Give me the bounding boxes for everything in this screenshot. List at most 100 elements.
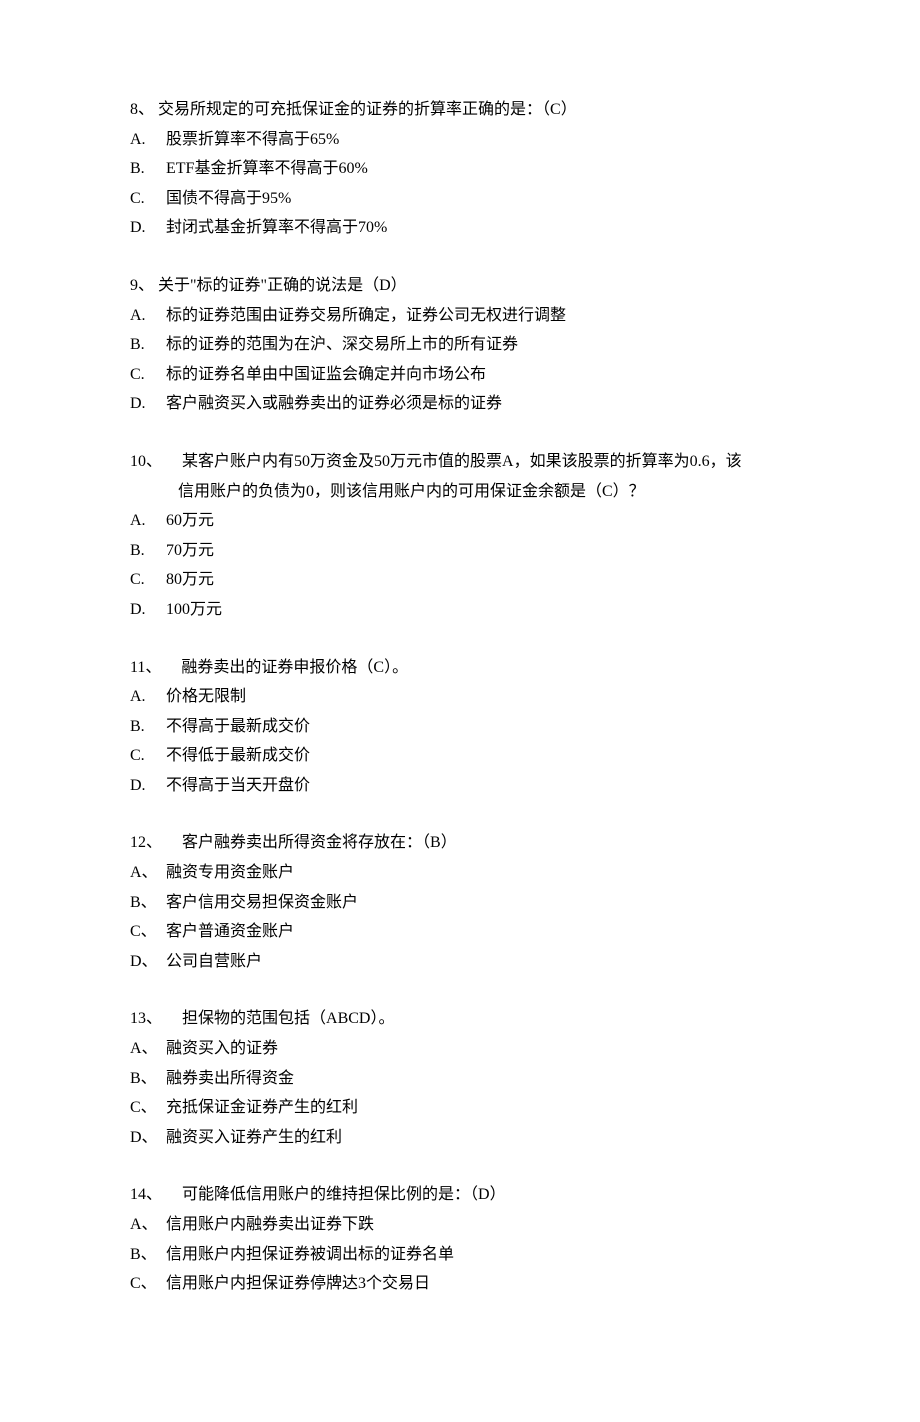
option-d: D.客户融资买入或融券卖出的证券必须是标的证券: [130, 389, 795, 419]
option-a: A.标的证券范围由证券交易所确定，证券公司无权进行调整: [130, 301, 795, 331]
option-a: A、融资买入的证券: [130, 1034, 795, 1064]
question-10: 10、 某客户账户内有50万资金及50万元市值的股票A，如果该股票的折算率为0.…: [130, 447, 795, 625]
option-letter: A.: [130, 682, 166, 712]
option-c: C、信用账户内担保证券停牌达3个交易日: [130, 1269, 795, 1299]
option-letter: B.: [130, 712, 166, 742]
question-number: 13、: [130, 1010, 162, 1027]
question-text: 可能降低信用账户的维持担保比例的是：（D）: [182, 1186, 506, 1203]
question-12: 12、 客户融券卖出所得资金将存放在：（B） A、融资专用资金账户 B、客户信用…: [130, 828, 795, 976]
option-letter: D.: [130, 213, 166, 243]
option-letter: B、: [130, 1240, 166, 1270]
option-text: 融资买入证券产生的红利: [166, 1129, 342, 1146]
question-stem: 8、 交易所规定的可充抵保证金的证券的折算率正确的是：（C）: [130, 95, 795, 125]
option-d: D、公司自营账户: [130, 947, 795, 977]
option-d: D.不得高于当天开盘价: [130, 771, 795, 801]
option-text: 股票折算率不得高于65%: [166, 131, 339, 148]
question-9: 9、 关于"标的证券"正确的说法是（D） A.标的证券范围由证券交易所确定，证券…: [130, 271, 795, 419]
question-stem: 11、 融券卖出的证券申报价格（C）。: [130, 653, 795, 683]
option-text: 国债不得高于95%: [166, 190, 291, 207]
option-text: 标的证券名单由中国证监会确定并向市场公布: [166, 366, 486, 383]
option-letter: C.: [130, 184, 166, 214]
option-c: C.标的证券名单由中国证监会确定并向市场公布: [130, 360, 795, 390]
option-text: 70万元: [166, 542, 214, 559]
question-stem: 13、 担保物的范围包括（ABCD）。: [130, 1004, 795, 1034]
option-c: C.80万元: [130, 565, 795, 595]
option-a: A.价格无限制: [130, 682, 795, 712]
option-letter: B、: [130, 1064, 166, 1094]
option-letter: D.: [130, 389, 166, 419]
option-a: A.60万元: [130, 506, 795, 536]
question-stem: 12、 客户融券卖出所得资金将存放在：（B）: [130, 828, 795, 858]
question-text: 融券卖出的证券申报价格（C）。: [181, 659, 408, 676]
option-letter: D.: [130, 771, 166, 801]
question-continuation: 信用账户的负债为0，则该信用账户内的可用保证金余额是（C）？: [130, 477, 795, 507]
option-text: 客户信用交易担保资金账户: [166, 894, 358, 911]
option-text: 不得高于最新成交价: [166, 718, 310, 735]
option-letter: A、: [130, 1210, 166, 1240]
option-text: 60万元: [166, 512, 214, 529]
option-letter: B、: [130, 888, 166, 918]
question-8: 8、 交易所规定的可充抵保证金的证券的折算率正确的是：（C） A.股票折算率不得…: [130, 95, 795, 243]
option-text: 公司自营账户: [166, 953, 262, 970]
option-d: D.封闭式基金折算率不得高于70%: [130, 213, 795, 243]
question-13: 13、 担保物的范围包括（ABCD）。 A、融资买入的证券 B、融券卖出所得资金…: [130, 1004, 795, 1152]
question-number: 14、: [130, 1186, 162, 1203]
option-letter: D、: [130, 947, 166, 977]
option-text: 价格无限制: [166, 688, 246, 705]
option-letter: A、: [130, 858, 166, 888]
option-letter: B.: [130, 154, 166, 184]
question-number: 9、: [130, 277, 154, 294]
question-text: 交易所规定的可充抵保证金的证券的折算率正确的是：（C）: [158, 101, 577, 118]
option-text: 客户普通资金账户: [166, 923, 294, 940]
option-letter: C、: [130, 1093, 166, 1123]
option-b: B.不得高于最新成交价: [130, 712, 795, 742]
option-text: 信用账户内融券卖出证券下跌: [166, 1216, 374, 1233]
option-b: B、客户信用交易担保资金账户: [130, 888, 795, 918]
option-text: 100万元: [166, 601, 222, 618]
option-letter: D.: [130, 595, 166, 625]
question-text: 关于"标的证券"正确的说法是（D）: [158, 277, 407, 294]
option-b: B.ETF基金折算率不得高于60%: [130, 154, 795, 184]
option-d: D、融资买入证券产生的红利: [130, 1123, 795, 1153]
option-text: 不得高于当天开盘价: [166, 777, 310, 794]
option-letter: C.: [130, 360, 166, 390]
question-number: 12、: [130, 834, 162, 851]
option-letter: A.: [130, 125, 166, 155]
question-stem: 10、 某客户账户内有50万资金及50万元市值的股票A，如果该股票的折算率为0.…: [130, 447, 795, 477]
option-letter: A.: [130, 506, 166, 536]
option-text: 融券卖出所得资金: [166, 1070, 294, 1087]
option-b: B.标的证券的范围为在沪、深交易所上市的所有证券: [130, 330, 795, 360]
question-number: 10、: [130, 453, 162, 470]
option-letter: A.: [130, 301, 166, 331]
option-text: 信用账户内担保证券被调出标的证券名单: [166, 1246, 454, 1263]
option-c: C、客户普通资金账户: [130, 917, 795, 947]
option-a: A.股票折算率不得高于65%: [130, 125, 795, 155]
option-a: A、融资专用资金账户: [130, 858, 795, 888]
option-letter: B.: [130, 330, 166, 360]
option-text: 信用账户内担保证券停牌达3个交易日: [166, 1275, 430, 1292]
question-text: 某客户账户内有50万资金及50万元市值的股票A，如果该股票的折算率为0.6，该: [182, 453, 742, 470]
question-text: 客户融券卖出所得资金将存放在：（B）: [182, 834, 457, 851]
question-stem: 14、 可能降低信用账户的维持担保比例的是：（D）: [130, 1180, 795, 1210]
question-number: 11、: [130, 659, 161, 676]
question-stem: 9、 关于"标的证券"正确的说法是（D）: [130, 271, 795, 301]
option-d: D.100万元: [130, 595, 795, 625]
option-b: B、融券卖出所得资金: [130, 1064, 795, 1094]
option-letter: D、: [130, 1123, 166, 1153]
option-b: B、信用账户内担保证券被调出标的证券名单: [130, 1240, 795, 1270]
option-letter: C.: [130, 741, 166, 771]
option-text: 标的证券的范围为在沪、深交易所上市的所有证券: [166, 336, 518, 353]
option-letter: B.: [130, 536, 166, 566]
question-14: 14、 可能降低信用账户的维持担保比例的是：（D） A、信用账户内融券卖出证券下…: [130, 1180, 795, 1298]
option-c: C.不得低于最新成交价: [130, 741, 795, 771]
option-c: C.国债不得高于95%: [130, 184, 795, 214]
option-letter: C、: [130, 1269, 166, 1299]
option-a: A、信用账户内融券卖出证券下跌: [130, 1210, 795, 1240]
option-text: 融资买入的证券: [166, 1040, 278, 1057]
option-text: 客户融资买入或融券卖出的证券必须是标的证券: [166, 395, 502, 412]
option-b: B.70万元: [130, 536, 795, 566]
question-11: 11、 融券卖出的证券申报价格（C）。 A.价格无限制 B.不得高于最新成交价 …: [130, 653, 795, 801]
question-text: 担保物的范围包括（ABCD）。: [182, 1010, 394, 1027]
option-text: 标的证券范围由证券交易所确定，证券公司无权进行调整: [166, 307, 566, 324]
option-text: 充抵保证金证券产生的红利: [166, 1099, 358, 1116]
